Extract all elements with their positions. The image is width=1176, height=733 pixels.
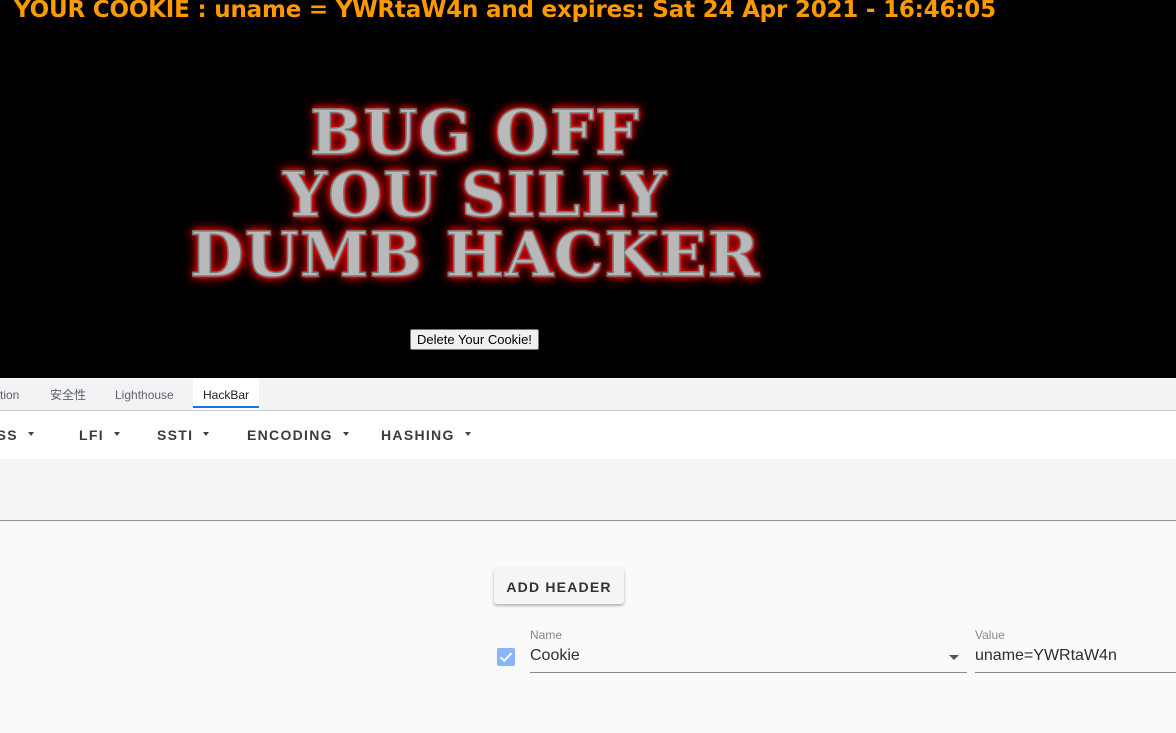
- menu-label: HASHING: [381, 427, 455, 443]
- browser-viewport: YOUR COOKIE : uname = YWRtaW4n and expir…: [0, 0, 1176, 733]
- url-textarea[interactable]: [0, 459, 1176, 521]
- menu-ssti[interactable]: SSTI: [157, 411, 210, 459]
- webpage-content: YOUR COOKIE : uname = YWRtaW4n and expir…: [0, 0, 1176, 378]
- menu-encoding[interactable]: ENCODING: [247, 411, 349, 459]
- header-value-label: Value: [975, 628, 1005, 642]
- header-value-input[interactable]: uname=YWRtaW4n: [975, 647, 1117, 665]
- value-field-underline: [975, 672, 1176, 673]
- dropdown-arrow-icon[interactable]: [949, 655, 959, 660]
- menu-label: ENCODING: [247, 427, 333, 443]
- tab-lighthouse[interactable]: Lighthouse: [115, 378, 174, 410]
- banner-line: BUG OFF: [309, 96, 641, 169]
- warning-banner-image: BUG OFF YOU SILLY DUMB HACKER: [150, 96, 800, 291]
- check-icon: [499, 652, 513, 663]
- name-field-underline: [530, 672, 967, 673]
- menu-label: LFI: [79, 427, 104, 443]
- devtools-tab-bar: tion 安全性 Lighthouse HackBar: [0, 378, 1176, 411]
- caret-down-icon: [464, 432, 471, 437]
- hackbar-menu-bar: XSS LFI SSTI ENCODING HASHING: [0, 411, 1176, 459]
- header-enabled-checkbox[interactable]: [497, 648, 515, 666]
- headers-panel: ADD HEADER Name Cookie Value uname=YWRta…: [0, 521, 1176, 733]
- menu-lfi[interactable]: LFI: [79, 411, 120, 459]
- cookie-info-heading: YOUR COOKIE : uname = YWRtaW4n and expir…: [14, 0, 996, 23]
- caret-down-icon: [203, 432, 210, 437]
- banner-line: DUMB HACKER: [189, 218, 761, 291]
- menu-label: XSS: [0, 427, 18, 443]
- delete-cookie-button[interactable]: Delete Your Cookie!: [410, 329, 539, 350]
- menu-hashing[interactable]: HASHING: [381, 411, 471, 459]
- caret-down-icon: [342, 432, 349, 437]
- caret-down-icon: [27, 432, 34, 437]
- header-name-label: Name: [530, 628, 563, 642]
- caret-down-icon: [113, 432, 120, 437]
- tab-hackbar[interactable]: HackBar: [193, 378, 260, 410]
- menu-label: SSTI: [157, 427, 194, 443]
- header-name-select[interactable]: Cookie: [530, 647, 580, 665]
- menu-xss[interactable]: XSS: [0, 411, 34, 459]
- tab-security[interactable]: 安全性: [50, 378, 86, 410]
- tab-application[interactable]: tion: [0, 378, 19, 410]
- add-header-button[interactable]: ADD HEADER: [494, 568, 624, 604]
